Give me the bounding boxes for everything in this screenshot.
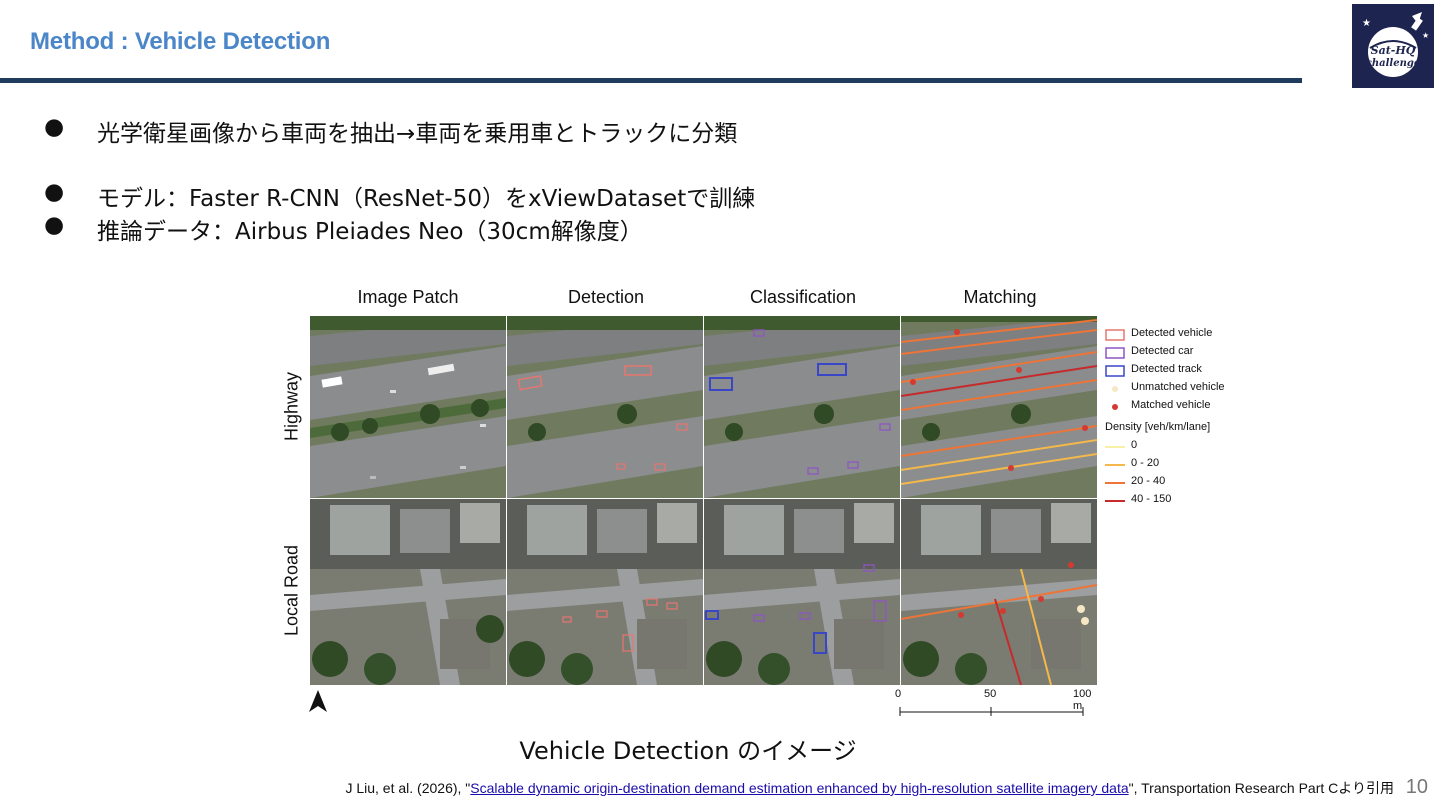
svg-text:★: ★ (1362, 18, 1371, 29)
bullet-dot: ● (44, 179, 65, 205)
column-header-detection: Detection (567, 287, 645, 307)
citation: J Liu, et al. (2026), "Scalable dynamic … (345, 778, 1394, 798)
north-arrow-icon (309, 690, 327, 712)
slide-title: Method : Vehicle Detection (30, 28, 331, 55)
localroad-matching (901, 499, 1097, 685)
highway-matching (901, 316, 1097, 498)
row-label-local-road: Local Road (281, 544, 302, 637)
highway-image-patch (310, 316, 506, 498)
highway-detection (507, 316, 703, 498)
title-divider (0, 78, 1302, 83)
bullet-dot: ● (44, 114, 65, 140)
bullet-dot: ● (44, 212, 65, 238)
highway-classification (704, 316, 900, 498)
column-header-matching: Matching (963, 287, 1037, 307)
bullet-text: 推論データ：Airbus Pleiades Neo（30cm解像度） (97, 219, 643, 245)
challenge-logo: Sat-HQ challenge ★ ★ (1352, 4, 1434, 88)
svg-text:★: ★ (1422, 31, 1429, 40)
citation-link[interactable]: Scalable dynamic origin-destination dema… (470, 780, 1128, 796)
logo-line1: Sat-HQ (1371, 44, 1416, 57)
column-header-image-patch: Image Patch (357, 287, 459, 307)
logo-line2: challenge (1366, 58, 1420, 69)
column-header-classification: Classification (749, 287, 857, 307)
row-label-highway: Highway (281, 371, 302, 442)
localroad-classification (704, 499, 900, 685)
page-number: 10 (1405, 776, 1428, 798)
scale-bar: 0 50 100 m (895, 688, 1095, 718)
localroad-image-patch (310, 499, 506, 685)
citation-suffix: ", Transportation Research Part Cより引用 (1128, 780, 1394, 796)
bullet-text: モデル：Faster R-CNN（ResNet-50）をxViewDataset… (97, 186, 756, 212)
localroad-detection (507, 499, 703, 685)
citation-prefix: J Liu, et al. (2026), " (345, 780, 471, 796)
scale-tick-50: 50 (984, 688, 997, 700)
bullet-text: 光学衛星画像から車両を抽出→車両を乗用車とトラックに分類 (97, 121, 738, 147)
figure-caption: Vehicle Detection のイメージ (519, 737, 857, 765)
scale-tick-0: 0 (895, 688, 902, 700)
